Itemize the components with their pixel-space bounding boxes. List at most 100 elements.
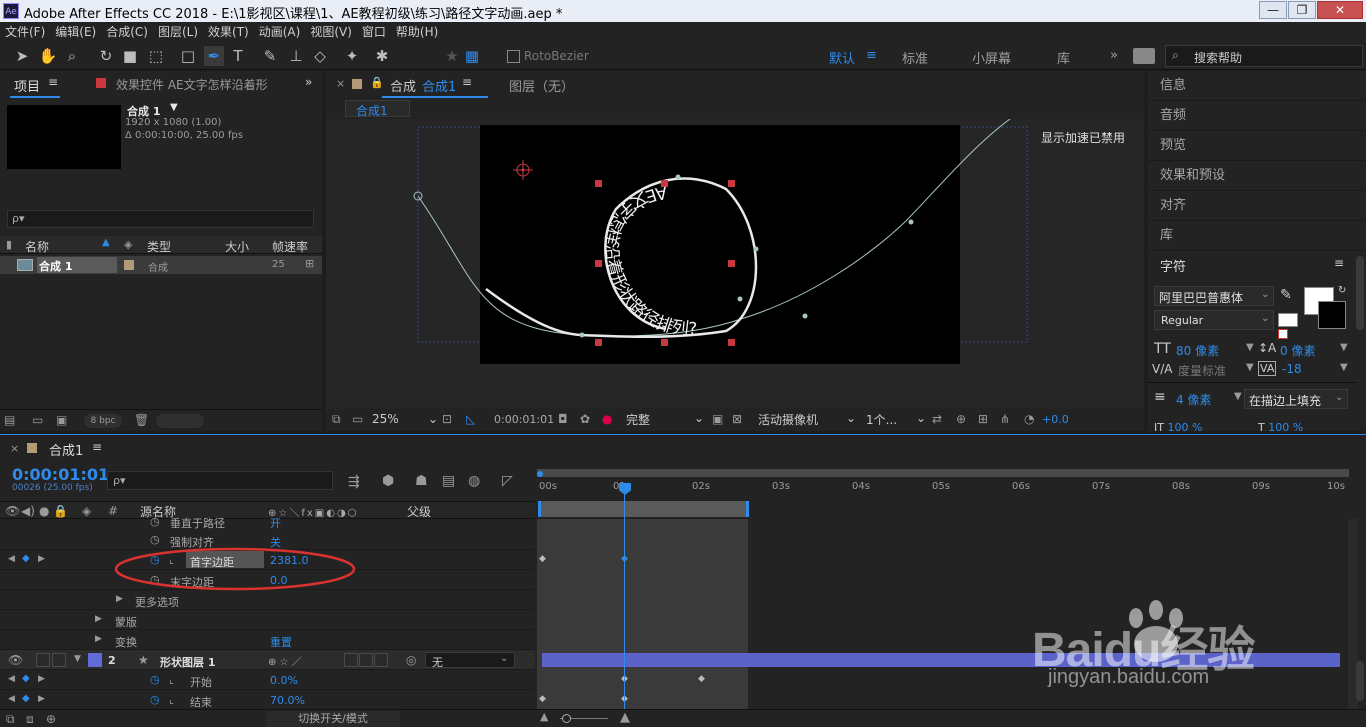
work-area-range[interactable] <box>538 501 749 517</box>
stroke-mode-dropdown[interactable]: 在描边上填充 ⌄ <box>1244 389 1348 409</box>
property-value[interactable]: 重置 <box>270 634 292 650</box>
maximize-button[interactable]: ❐ <box>1288 1 1316 19</box>
rectangle-tool-icon[interactable]: □ <box>178 46 198 66</box>
workspace-menu-icon[interactable]: ≡ <box>866 48 877 63</box>
prev-keyframe-icon[interactable]: ◀ <box>8 554 15 564</box>
swap-colors-icon[interactable]: ↻ <box>1338 285 1346 296</box>
interpret-footage-icon[interactable]: ▤ <box>4 413 15 427</box>
keyframe-diamond[interactable]: ◆ <box>698 674 705 684</box>
character-menu-icon[interactable]: ≡ <box>1334 256 1344 270</box>
expand-arrow-icon[interactable]: ▶ <box>95 614 102 624</box>
property-row-trim-start[interactable]: ◀ ◆ ▶ ◷ ⌞ 开始 0.0% <box>0 670 535 690</box>
layer-name[interactable]: 形状图层 1 <box>160 654 215 670</box>
rotobezier-checkbox[interactable] <box>507 50 520 63</box>
property-value[interactable]: 开 <box>270 515 281 529</box>
property-value[interactable]: 0.0% <box>270 674 298 687</box>
graph-icon[interactable]: ⌞ <box>169 673 174 686</box>
roto-brush-tool-icon[interactable]: ✦ <box>342 46 362 66</box>
always-preview-icon[interactable]: ⧉ <box>332 412 341 427</box>
comp-tab-label[interactable]: 合成 <box>390 76 416 95</box>
keyframe-diamond[interactable]: ◆ <box>539 554 546 564</box>
vertical-scale-value[interactable]: 100 % <box>1167 421 1202 431</box>
panel-more-icon[interactable]: » <box>305 75 312 89</box>
stroke-width-value[interactable]: 4 像素 <box>1176 391 1211 408</box>
label-color-swatch[interactable] <box>124 260 134 270</box>
timeline-icon[interactable]: ⊞ <box>978 412 988 426</box>
frame-blending-icon[interactable]: ▤ <box>442 473 455 489</box>
comp-dropdown-icon[interactable]: ▼ <box>170 102 178 113</box>
timeline-tab[interactable]: 合成1 <box>49 440 83 459</box>
safe-area-icon[interactable]: ⊡ <box>442 412 452 426</box>
camera-tool-icon[interactable]: ■ <box>120 46 140 66</box>
layer-label-color[interactable] <box>88 653 102 667</box>
brush-tool-icon[interactable]: ✎ <box>260 46 280 66</box>
project-search-input[interactable]: ρ▾ <box>7 210 314 228</box>
info-panel-item[interactable]: 信息 <box>1148 71 1366 101</box>
col-name[interactable]: 名称 <box>25 238 49 255</box>
menu-effect[interactable]: 效果(T) <box>203 22 254 42</box>
add-keyframe-icon[interactable]: ◆ <box>22 693 30 704</box>
channel-icon[interactable]: ● <box>602 412 612 426</box>
menu-animation[interactable]: 动画(A) <box>254 22 306 42</box>
collapse-arrow-icon[interactable]: ▼ <box>74 654 81 664</box>
eyedropper-icon[interactable]: ✎ <box>1280 287 1292 303</box>
transfer-controls-toggle-icon[interactable]: ⧈ <box>26 712 34 727</box>
flowchart-icon[interactable]: ⊞ <box>305 257 314 270</box>
col-fps[interactable]: 帧速率 <box>272 238 308 255</box>
workspace-library[interactable]: 库 <box>1057 48 1070 67</box>
property-group-masks[interactable]: ▶ 蒙版 <box>0 610 535 630</box>
menu-window[interactable]: 窗口 <box>357 22 391 42</box>
toggle-pixel-icon[interactable]: ⇄ <box>932 412 942 426</box>
workspace-small-screen[interactable]: 小屏幕 <box>972 48 1011 67</box>
stopwatch-icon[interactable]: ◷ <box>150 673 160 686</box>
viewer-timecode[interactable]: 0:00:01:01 <box>494 413 554 426</box>
eye-icon[interactable]: 👁 <box>8 653 23 667</box>
motion-blur-icon[interactable]: ◍ <box>468 473 480 489</box>
zoom-tool-icon[interactable]: ⌕ <box>62 46 82 66</box>
zoom-out-icon[interactable]: ▲ <box>540 710 548 723</box>
property-group-transform[interactable]: ▶ 变换 重置 <box>0 630 535 650</box>
add-keyframe-icon[interactable]: ◆ <box>22 553 30 564</box>
clone-stamp-tool-icon[interactable]: ⊥ <box>286 46 306 66</box>
no-color-chip[interactable] <box>1278 329 1288 339</box>
timeline-menu-icon[interactable]: ≡ <box>92 440 102 454</box>
zoom-in-icon[interactable]: ▲ <box>620 710 630 725</box>
help-search-input[interactable]: 搜索帮助 <box>1194 49 1242 66</box>
fast-preview-icon[interactable]: ⊕ <box>956 412 966 426</box>
horizontal-scale-value[interactable]: 100 % <box>1268 421 1303 431</box>
right-panel-scrollbar[interactable] <box>1356 256 1364 330</box>
lock-icon[interactable]: 🔒 <box>370 76 384 89</box>
font-size-value[interactable]: 80 像素 <box>1176 342 1219 359</box>
workspace-standard[interactable]: 标准 <box>902 48 928 67</box>
show-snapshot-icon[interactable]: ✿ <box>580 412 590 426</box>
property-group-more-options[interactable]: ▶ 更多选项 <box>0 590 535 610</box>
hide-shy-layers-icon[interactable]: ☗ <box>415 473 428 489</box>
bpc-button[interactable]: 8 bpc <box>84 414 122 428</box>
draft-3d-icon[interactable]: ⬢ <box>382 473 394 489</box>
puppet-tool-icon[interactable]: ✱ <box>372 46 392 66</box>
property-row-trim-end[interactable]: ◀ ◆ ▶ ◷ ⌞ 结束 70.0% <box>0 690 535 710</box>
property-value[interactable]: 70.0% <box>270 694 305 707</box>
property-row-perpendicular[interactable]: ◷ 垂直于路径 开 <box>0 515 535 529</box>
menu-file[interactable]: 文件(F) <box>0 22 50 42</box>
comp-tab-name[interactable]: 合成1 <box>422 76 456 95</box>
parent-dropdown[interactable]: 无 ⌄ <box>425 652 515 669</box>
timeline-timecode[interactable]: 0:00:01:01 <box>12 465 109 484</box>
menu-layer[interactable]: 图层(L) <box>153 22 203 42</box>
comp-panel-menu-icon[interactable]: ≡ <box>462 75 472 89</box>
timeline-zoom-slider-thumb[interactable] <box>562 714 571 723</box>
hand-tool-icon[interactable]: ✋ <box>38 46 58 66</box>
zoom-dropdown[interactable]: 25% ⌄ <box>372 412 438 428</box>
flowchart-view-icon[interactable]: ⋔ <box>1000 412 1010 426</box>
expand-arrow-icon[interactable]: ▶ <box>116 594 123 604</box>
close-button[interactable]: ✕ <box>1317 1 1363 19</box>
layer-row-shape-layer[interactable]: 👁 ▼ 2 ★ 形状图层 1 ⊕ ☆ ／ ◎ 无 ⌄ <box>0 650 535 670</box>
toggle-switches-modes-button[interactable]: 切换开关/模式 <box>266 711 400 727</box>
effect-controls-tab[interactable]: 效果控件 AE文字怎样沿着形 <box>116 76 268 93</box>
leading-value[interactable]: 0 像素 <box>1280 342 1315 359</box>
effects-presets-panel-item[interactable]: 效果和预设 <box>1148 161 1366 191</box>
preview-panel-item[interactable]: 预览 <box>1148 131 1366 161</box>
font-style-dropdown[interactable]: Regular ⌄ <box>1154 310 1274 330</box>
minimize-button[interactable]: — <box>1259 1 1287 19</box>
workspace-more[interactable]: » <box>1110 48 1118 63</box>
